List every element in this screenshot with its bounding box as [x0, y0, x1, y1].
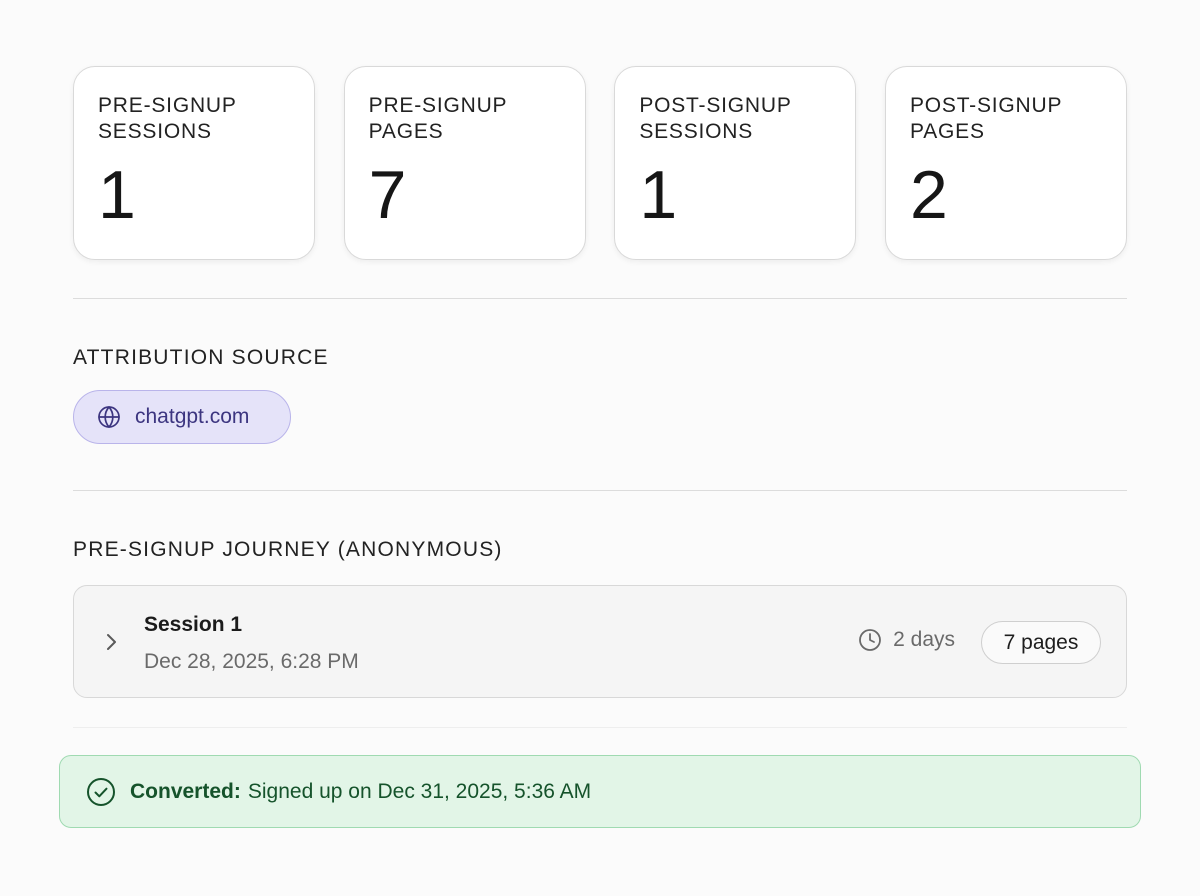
stat-label: POST-SIGNUP PAGES	[909, 94, 1062, 143]
stat-label: PRE-SIGNUP PAGES	[368, 94, 507, 143]
stats-row: PRE-SIGNUP SESSIONS 1 PRE-SIGNUP PAGES 7…	[73, 66, 1127, 260]
duration-label: 2 days	[893, 628, 955, 651]
stat-value: 1	[639, 157, 678, 233]
conversion-text: Signed up on Dec 31, 2025, 5:36 AM	[247, 779, 592, 803]
stat-value: 7	[368, 157, 407, 233]
stat-value: 1	[98, 157, 136, 233]
page-count-badge: 7 pages	[981, 621, 1101, 664]
stat-label: POST-SIGNUP SESSIONS	[639, 94, 792, 143]
check-circle-icon	[86, 777, 130, 807]
section-divider	[73, 298, 1127, 299]
section-divider	[73, 490, 1127, 491]
conversion-label: Converted:	[130, 779, 241, 803]
globe-icon	[97, 405, 121, 429]
stat-card-pre-signup-sessions: PRE-SIGNUP SESSIONS 1	[73, 66, 315, 260]
stat-value: 2	[909, 157, 948, 233]
stat-card-pre-signup-pages: PRE-SIGNUP PAGES 7	[343, 66, 586, 260]
session-duration: 2 days	[858, 628, 955, 652]
clock-icon	[858, 628, 893, 652]
session-date: Dec 28, 2025, 6:28 PM	[144, 650, 359, 673]
conversion-banner: Converted: Signed up on Dec 31, 2025, 5:…	[59, 755, 1141, 828]
attribution-section-title: ATTRIBUTION SOURCE	[73, 346, 329, 369]
session-title: Session 1	[144, 613, 243, 636]
stat-card-post-signup-pages: POST-SIGNUP PAGES 2	[884, 66, 1127, 260]
stat-label: PRE-SIGNUP SESSIONS	[98, 94, 237, 143]
attribution-source-label: chatgpt.com	[135, 405, 250, 428]
stat-card-post-signup-sessions: POST-SIGNUP SESSIONS 1	[614, 66, 857, 260]
chevron-right-icon[interactable]	[104, 632, 118, 657]
session-row[interactable]: Session 1 Dec 28, 2025, 6:28 PM 2 days 7…	[73, 585, 1127, 698]
journey-section-title: PRE-SIGNUP JOURNEY (ANONYMOUS)	[73, 538, 503, 561]
attribution-source-pill[interactable]: chatgpt.com	[73, 390, 291, 444]
signup-attribution-panel: PRE-SIGNUP SESSIONS 1 PRE-SIGNUP PAGES 7…	[0, 0, 1200, 896]
section-divider	[73, 727, 1127, 728]
